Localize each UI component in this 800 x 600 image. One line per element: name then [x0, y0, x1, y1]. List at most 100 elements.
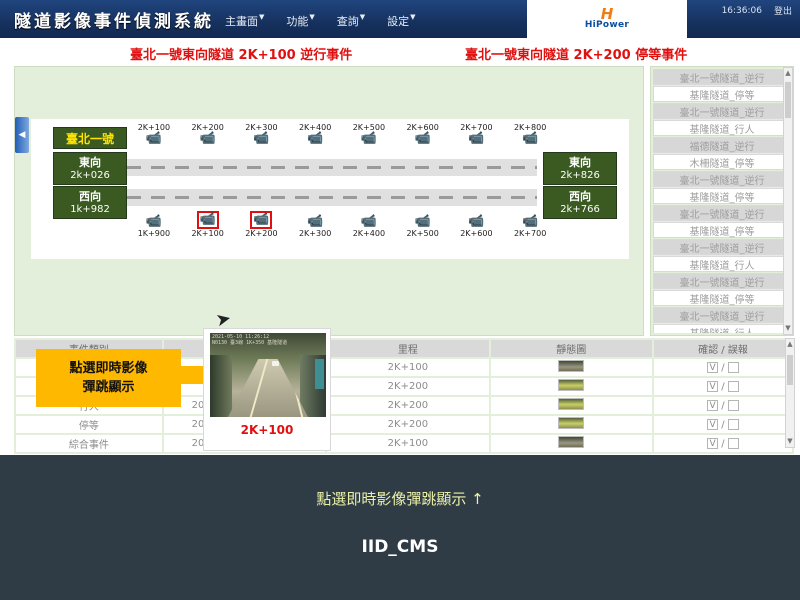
- confirm-checkbox[interactable]: V: [707, 362, 718, 373]
- camera-top-2Kp100[interactable]: 2K+100📹: [127, 123, 181, 146]
- checkbox-separator: /: [718, 362, 728, 373]
- event-list-item[interactable]: 基隆隧道_停等: [653, 188, 791, 204]
- event-list-item[interactable]: 福德隧道_逆行: [653, 137, 791, 153]
- event-list-scrollbar[interactable]: ▲ ▼: [783, 67, 793, 335]
- cell-confirm-false: V /: [653, 396, 793, 415]
- live-video-popup[interactable]: 2021-05-10 11:26:12 N0130 臺3線 1K+350 基隆隧…: [203, 328, 331, 451]
- event-list-item[interactable]: 基隆隧道_行人: [653, 256, 791, 272]
- menu-item-function[interactable]: 功能▼: [286, 13, 314, 29]
- event-list-item[interactable]: 基隆隧道_行人: [653, 324, 791, 333]
- event-list-item[interactable]: 木柵隧道_停等: [653, 154, 791, 170]
- cell-snapshot[interactable]: [490, 415, 653, 434]
- snapshot-thumbnail-icon[interactable]: [558, 379, 584, 391]
- scrollbar-thumb[interactable]: [785, 82, 791, 118]
- camera-top-2Kp400[interactable]: 2K+400📹: [288, 123, 342, 146]
- column-header-km: 里程: [326, 339, 489, 358]
- cell-snapshot[interactable]: [490, 377, 653, 396]
- cell-snapshot[interactable]: [490, 434, 653, 453]
- snapshot-thumbnail-icon[interactable]: [558, 417, 584, 429]
- scroll-down-icon[interactable]: ▼: [784, 323, 792, 334]
- snapshot-thumbnail-icon[interactable]: [558, 360, 584, 372]
- menu-item-settings[interactable]: 設定▼: [387, 13, 415, 29]
- camera-icon: 📹: [361, 132, 377, 146]
- event-list-item[interactable]: 臺北一號隧道_逆行: [653, 239, 791, 255]
- camera-icon: 📹: [468, 132, 484, 146]
- camera-row-top: 2K+100📹2K+200📹2K+300📹2K+400📹2K+500📹2K+60…: [127, 123, 557, 146]
- false-report-checkbox[interactable]: [728, 419, 739, 430]
- lane-marking: [250, 359, 269, 417]
- camera-bottom-2Kp400[interactable]: 2K+400📹: [342, 211, 396, 238]
- camera-top-2Kp700[interactable]: 2K+700📹: [450, 123, 504, 146]
- logout-button[interactable]: 登出: [774, 4, 792, 17]
- event-list-item[interactable]: 基隆隧道_停等: [653, 290, 791, 306]
- cell-km: 2K+200: [326, 396, 489, 415]
- cell-snapshot[interactable]: [490, 396, 653, 415]
- caption-system-name: IID_CMS: [0, 537, 800, 557]
- logo-icon: H: [601, 8, 614, 20]
- camera-bottom-2Kp500[interactable]: 2K+500📹: [396, 211, 450, 238]
- event-list-item[interactable]: 臺北一號隧道_逆行: [653, 307, 791, 323]
- event-list-item[interactable]: 基隆隧道_停等: [653, 222, 791, 238]
- event-list-item[interactable]: 基隆隧道_行人: [653, 120, 791, 136]
- cell-confirm-false: V /: [653, 377, 793, 396]
- camera-icon: 📹: [522, 215, 538, 229]
- cell-km: 2K+100: [326, 358, 489, 377]
- camera-bottom-2Kp200[interactable]: 2K+200📹: [235, 211, 289, 238]
- event-list-item-label: 基隆隧道_停等: [690, 189, 755, 204]
- event-list-item[interactable]: 臺北一號隧道_逆行: [653, 205, 791, 221]
- snapshot-thumbnail-icon[interactable]: [558, 398, 584, 410]
- false-report-checkbox[interactable]: [728, 438, 739, 449]
- event-list-item-label: 基隆隧道_行人: [690, 257, 755, 272]
- cell-km: 2K+200: [326, 415, 489, 434]
- false-report-checkbox[interactable]: [728, 362, 739, 373]
- false-report-checkbox[interactable]: [728, 381, 739, 392]
- table-scrollbar[interactable]: ▲ ▼: [785, 338, 795, 448]
- event-list-item[interactable]: 臺北一號隧道_逆行: [653, 103, 791, 119]
- camera-top-2Kp200[interactable]: 2K+200📹: [181, 123, 235, 146]
- camera-km-label: 1K+900: [138, 229, 170, 238]
- camera-top-2Kp800[interactable]: 2K+800📹: [503, 123, 557, 146]
- camera-bottom-1Kp900[interactable]: 1K+900📹: [127, 211, 181, 238]
- collapse-left-arrow-icon[interactable]: ◀: [15, 117, 29, 153]
- camera-top-2Kp600[interactable]: 2K+600📹: [396, 123, 450, 146]
- camera-icon: 📹: [415, 132, 431, 146]
- clock-display: 16:36:06: [722, 6, 762, 16]
- confirm-checkbox[interactable]: V: [707, 400, 718, 411]
- menu-item-settings-label: 設定: [387, 15, 409, 28]
- confirm-checkbox[interactable]: V: [707, 438, 718, 449]
- direction-badge-left-west: 西向 1k+982: [53, 186, 127, 219]
- confirm-checkbox[interactable]: V: [707, 381, 718, 392]
- false-report-checkbox[interactable]: [728, 400, 739, 411]
- checkbox-separator: /: [718, 419, 728, 430]
- camera-bottom-2Kp600[interactable]: 2K+600📹: [450, 211, 504, 238]
- main-body: ◀ 臺北一號 東向 2k+026 西向 1k+982 東向 2k+826: [0, 66, 800, 455]
- camera-bottom-2Kp300[interactable]: 2K+300📹: [288, 211, 342, 238]
- camera-top-2Kp300[interactable]: 2K+300📹: [235, 123, 289, 146]
- camera-icon: 📹: [250, 211, 272, 229]
- direction-label: 西向: [79, 190, 101, 203]
- scroll-up-icon[interactable]: ▲: [784, 68, 792, 79]
- camera-bottom-2Kp100[interactable]: 2K+100📹: [181, 211, 235, 238]
- event-list-item[interactable]: 臺北一號隧道_逆行: [653, 273, 791, 289]
- table-row[interactable]: 綜合事件2021/03/06 16:31:552K+100V /: [15, 434, 793, 453]
- cell-snapshot[interactable]: [490, 358, 653, 377]
- header-right-cluster: 16:36:06 登出: [722, 4, 792, 17]
- camera-bottom-2Kp700[interactable]: 2K+700📹: [503, 211, 557, 238]
- scroll-up-icon[interactable]: ▲: [786, 339, 794, 350]
- event-list[interactable]: 臺北一號隧道_逆行基隆隧道_停等臺北一號隧道_逆行基隆隧道_行人福德隧道_逆行木…: [653, 69, 791, 333]
- menu-item-main[interactable]: 主畫面▼: [225, 13, 264, 29]
- snapshot-thumbnail-icon[interactable]: [558, 436, 584, 448]
- scrollbar-thumb[interactable]: [787, 355, 793, 385]
- menu-item-query[interactable]: 查詢▼: [337, 13, 365, 29]
- confirm-checkbox[interactable]: V: [707, 419, 718, 430]
- vehicle: [272, 361, 279, 366]
- event-list-item[interactable]: 臺北一號隧道_逆行: [653, 171, 791, 187]
- camera-top-2Kp500[interactable]: 2K+500📹: [342, 123, 396, 146]
- instruction-callout: 點選即時影像 彈跳顯示: [36, 349, 181, 407]
- event-list-item[interactable]: 基隆隧道_停等: [653, 86, 791, 102]
- camera-icon: 📹: [146, 215, 162, 229]
- table-row[interactable]: 停等2021/03/06 16:31:302K+200V /: [15, 415, 793, 434]
- event-list-item[interactable]: 臺北一號隧道_逆行: [653, 69, 791, 85]
- brand-logo: H HiPower: [527, 0, 687, 38]
- scroll-down-icon[interactable]: ▼: [786, 436, 794, 447]
